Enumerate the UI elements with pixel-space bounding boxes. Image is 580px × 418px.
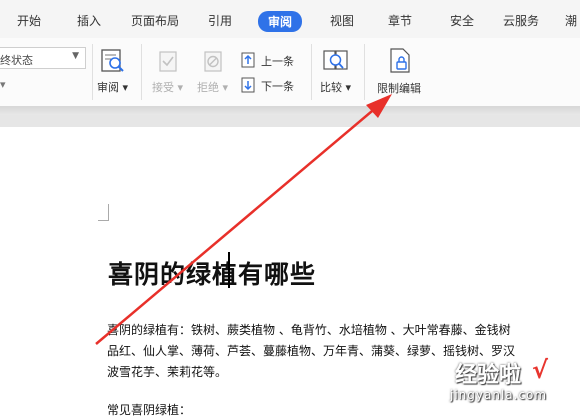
watermark-url: jingyanla.com	[450, 388, 548, 402]
arrow-shaft	[95, 105, 379, 345]
annotation-arrow	[95, 94, 392, 345]
watermark-text: 经验啦	[455, 363, 522, 388]
watermark-check-icon: √	[532, 356, 549, 384]
